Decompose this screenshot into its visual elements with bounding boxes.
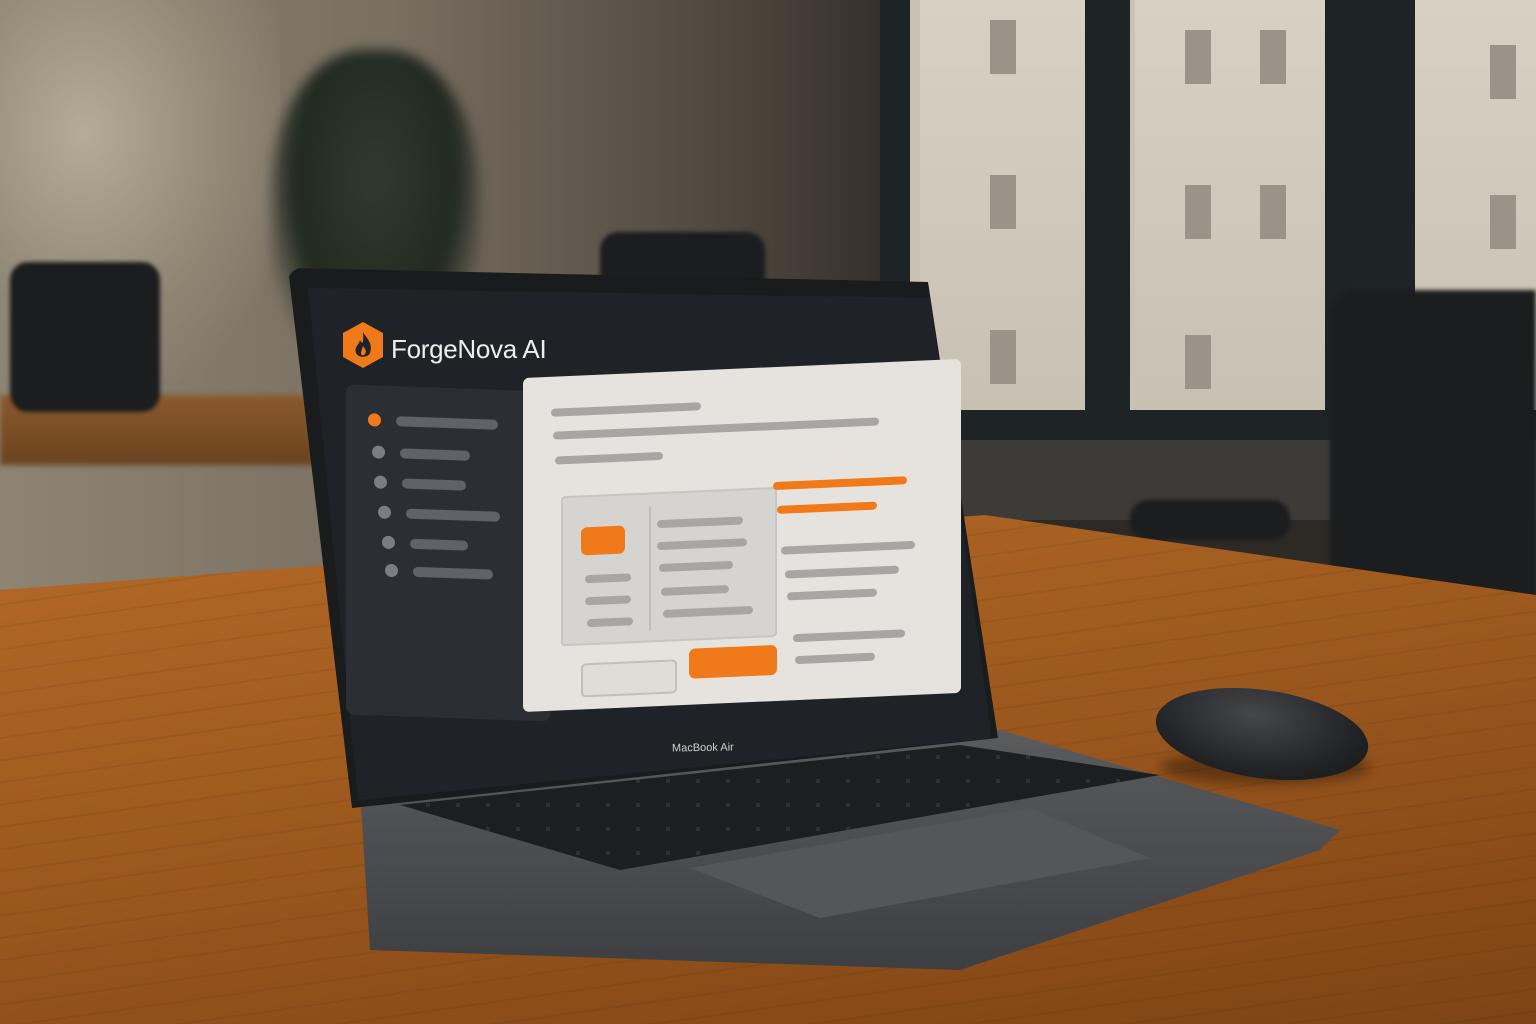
primary-button[interactable] — [689, 644, 777, 679]
sidebar-item-dot[interactable] — [382, 535, 395, 550]
sidebar-item[interactable] — [396, 416, 498, 430]
sidebar-item-dot[interactable] — [385, 563, 398, 578]
sidebar-item[interactable] — [413, 566, 493, 580]
highlight-line — [777, 501, 877, 514]
card-text — [661, 585, 729, 596]
sidebar-item[interactable] — [402, 478, 466, 491]
sidebar-item-dot[interactable] — [378, 505, 391, 520]
card-text — [585, 595, 631, 606]
sidebar-item[interactable] — [406, 508, 500, 522]
sidebar-item-dot[interactable] — [372, 445, 385, 459]
text-placeholder — [793, 629, 905, 643]
card-text — [659, 560, 733, 573]
app-title: ForgeNova AI — [391, 334, 547, 364]
laptop-brand-label: MacBook Air — [671, 741, 734, 755]
sidebar-item-dot[interactable] — [374, 475, 387, 489]
text-placeholder — [553, 417, 879, 440]
text-placeholder — [795, 652, 875, 665]
heading-placeholder — [551, 402, 701, 417]
text-placeholder — [555, 451, 663, 465]
sidebar-item[interactable] — [400, 448, 470, 461]
chair-armrest — [1130, 500, 1290, 540]
highlight-line — [773, 476, 907, 491]
main-panel — [523, 358, 961, 712]
sidebar-item[interactable] — [410, 538, 468, 551]
flame-hexagon-icon — [343, 322, 383, 368]
card-text — [587, 617, 633, 628]
text-placeholder — [781, 540, 915, 555]
card-text — [663, 605, 753, 618]
card-action-button[interactable] — [581, 525, 625, 556]
building — [1135, 0, 1325, 440]
card-text — [585, 573, 631, 584]
card-text — [657, 538, 747, 551]
text-placeholder — [787, 588, 877, 601]
text-placeholder — [785, 565, 899, 579]
content-card — [561, 486, 777, 647]
secondary-button[interactable] — [581, 659, 677, 698]
sidebar-item-dot-active[interactable] — [368, 413, 381, 427]
sidebar — [346, 384, 550, 722]
office-scene: MacBook Air ForgeNova AI — [0, 0, 1536, 1024]
office-chair — [1330, 290, 1536, 610]
background-chair — [10, 262, 160, 412]
card-text — [657, 516, 743, 529]
